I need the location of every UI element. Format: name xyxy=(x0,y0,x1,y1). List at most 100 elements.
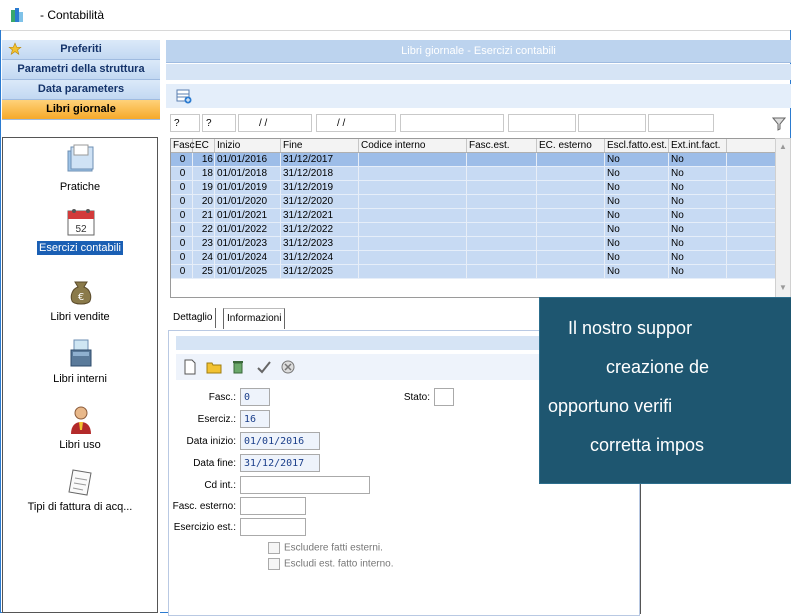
nav-item-tipi-fattura[interactable]: Tipi di fattura di acq... xyxy=(3,466,157,516)
column-header[interactable]: Ext.int.fact. xyxy=(669,139,727,152)
nav-item-label: Pratiche xyxy=(59,181,101,193)
filter-fasc-est[interactable] xyxy=(508,114,576,132)
table-cell: No xyxy=(669,209,727,222)
table-cell xyxy=(537,167,605,180)
filter-fine[interactable]: / / xyxy=(316,114,396,132)
table-cell: No xyxy=(605,265,669,278)
table-row[interactable]: 0 23 01/01/2023 31/12/2023 No No xyxy=(171,237,775,251)
table-row[interactable]: 0 24 01/01/2024 31/12/2024 No No xyxy=(171,251,775,265)
filter-ec[interactable]: ? xyxy=(202,114,236,132)
filter-codice-interno[interactable] xyxy=(400,114,504,132)
title-bar: - Contabilità xyxy=(0,0,791,31)
table-cell xyxy=(537,251,605,264)
table-cell: 31/12/2018 xyxy=(281,167,359,180)
table-row[interactable]: 0 21 01/01/2021 31/12/2021 No No xyxy=(171,209,775,223)
table-row[interactable]: 0 19 01/01/2019 31/12/2019 No No xyxy=(171,181,775,195)
tab-informazioni-link[interactable]: Informazioni link xyxy=(223,308,286,344)
column-header[interactable]: Fasc.est. xyxy=(467,139,537,152)
table-row[interactable]: 0 22 01/01/2022 31/12/2022 No No xyxy=(171,223,775,237)
nav-structure-params-button[interactable]: Parametri della struttura xyxy=(2,60,160,80)
table-cell: 31/12/2021 xyxy=(281,209,359,222)
table-row[interactable]: 0 25 01/01/2025 31/12/2025 No No xyxy=(171,265,775,279)
esercizio-est-field[interactable] xyxy=(240,518,306,536)
table-cell: 25 xyxy=(193,265,215,278)
column-header[interactable]: Codice interno xyxy=(359,139,467,152)
table-cell: No xyxy=(669,265,727,278)
nav-item-libri-uso[interactable]: Libri uso xyxy=(3,404,157,454)
exclude-external-checkbox[interactable]: Escludere fatti esterni. xyxy=(268,542,383,554)
table-cell xyxy=(467,167,537,180)
page-header: Libri giornale - Esercizi contabili xyxy=(166,40,791,63)
filter-escl[interactable] xyxy=(648,114,714,132)
table-cell: 0 xyxy=(171,251,193,264)
filter-ec-esterno[interactable] xyxy=(578,114,646,132)
column-header[interactable]: Inizio xyxy=(215,139,281,152)
open-folder-icon[interactable] xyxy=(206,359,222,375)
table-cell: 0 xyxy=(171,209,193,222)
table-cell xyxy=(467,251,537,264)
table-cell: 21 xyxy=(193,209,215,222)
table-cell: No xyxy=(605,167,669,180)
receipt-icon xyxy=(68,469,92,496)
confirm-check-icon[interactable] xyxy=(256,359,272,375)
eserciz-field[interactable]: 16 xyxy=(240,410,270,428)
table-cell: No xyxy=(605,209,669,222)
filter-inizio[interactable]: / / xyxy=(238,114,312,132)
tab-dettaglio[interactable]: Dettaglio xyxy=(170,308,217,328)
nav-data-parameters-button[interactable]: Data parameters xyxy=(2,80,160,100)
column-header[interactable]: EC. esterno xyxy=(537,139,605,152)
document-stack-icon xyxy=(70,339,92,367)
data-fine-field[interactable]: 31/12/2017 xyxy=(240,454,320,472)
data-inizio-label: Data inizio: xyxy=(186,436,236,447)
table-cell: 01/01/2024 xyxy=(215,251,281,264)
table-cell xyxy=(537,223,605,236)
checkbox-box[interactable] xyxy=(268,558,280,570)
checkbox-box[interactable] xyxy=(268,542,280,554)
column-header[interactable]: Fine xyxy=(281,139,359,152)
nav-favorites-button[interactable]: Preferiti xyxy=(2,40,160,60)
fasc-field[interactable]: 0 xyxy=(240,388,270,406)
column-header[interactable]: Escl.fatto.est. xyxy=(605,139,669,152)
column-header[interactable]: Fasc xyxy=(171,139,195,152)
nav-item-libri-interni[interactable]: Libri interni xyxy=(3,338,157,388)
table-cell xyxy=(467,223,537,236)
cd-int-label: Cd int.: xyxy=(204,480,236,491)
nav-item-label: Libri uso xyxy=(59,439,101,451)
table-cell: 0 xyxy=(171,265,193,278)
grid-toolbar xyxy=(166,84,791,108)
cancel-icon[interactable] xyxy=(280,359,296,375)
scroll-down-icon[interactable]: ▼ xyxy=(779,283,787,292)
nav-item-pratiche[interactable]: Pratiche xyxy=(3,143,157,203)
table-cell: 0 xyxy=(171,223,193,236)
table-cell: No xyxy=(669,167,727,180)
column-header[interactable]: EC xyxy=(193,139,215,152)
grid-header: Fasc EC Inizio Fine Codice interno Fasc.est. E… xyxy=(171,139,775,153)
delete-icon[interactable] xyxy=(230,359,246,375)
table-row[interactable]: 0 16 01/01/2016 31/12/2017 No No xyxy=(171,153,775,167)
table-row[interactable]: 0 18 01/01/2018 31/12/2018 No No xyxy=(171,167,775,181)
cd-int-field[interactable] xyxy=(240,476,370,494)
stato-field[interactable] xyxy=(434,388,454,406)
table-cell: 18 xyxy=(193,167,215,180)
window-title: - Contabilità xyxy=(40,8,105,22)
scroll-up-icon[interactable]: ▲ xyxy=(779,142,787,151)
table-cell xyxy=(359,209,467,222)
filter-icon[interactable] xyxy=(772,117,786,131)
fasc-esterno-field[interactable] xyxy=(240,497,306,515)
grid-scrollbar[interactable]: ▲ ▼ xyxy=(775,138,791,298)
table-cell xyxy=(537,181,605,194)
add-row-icon[interactable] xyxy=(176,88,192,104)
new-document-icon[interactable] xyxy=(182,359,198,375)
nav-item-libri-vendite[interactable]: € Libri vendite xyxy=(3,276,157,326)
exclude-internal-label: Escludi est. fatto interno. xyxy=(284,558,394,570)
exclude-internal-checkbox[interactable]: Escludi est. fatto interno. xyxy=(268,558,394,570)
table-cell: 22 xyxy=(193,223,215,236)
table-cell: No xyxy=(605,153,669,166)
nav-libri-giornale-button[interactable]: Libri giornale xyxy=(2,100,160,120)
table-row[interactable]: 0 20 01/01/2020 31/12/2020 No No xyxy=(171,195,775,209)
filter-fasc[interactable]: ? xyxy=(170,114,200,132)
table-cell: No xyxy=(605,195,669,208)
data-inizio-field[interactable]: 01/01/2016 xyxy=(240,432,320,450)
nav-item-esercizi-contabili[interactable]: 52 Esercizi contabili xyxy=(3,206,157,262)
table-cell: 31/12/2024 xyxy=(281,251,359,264)
